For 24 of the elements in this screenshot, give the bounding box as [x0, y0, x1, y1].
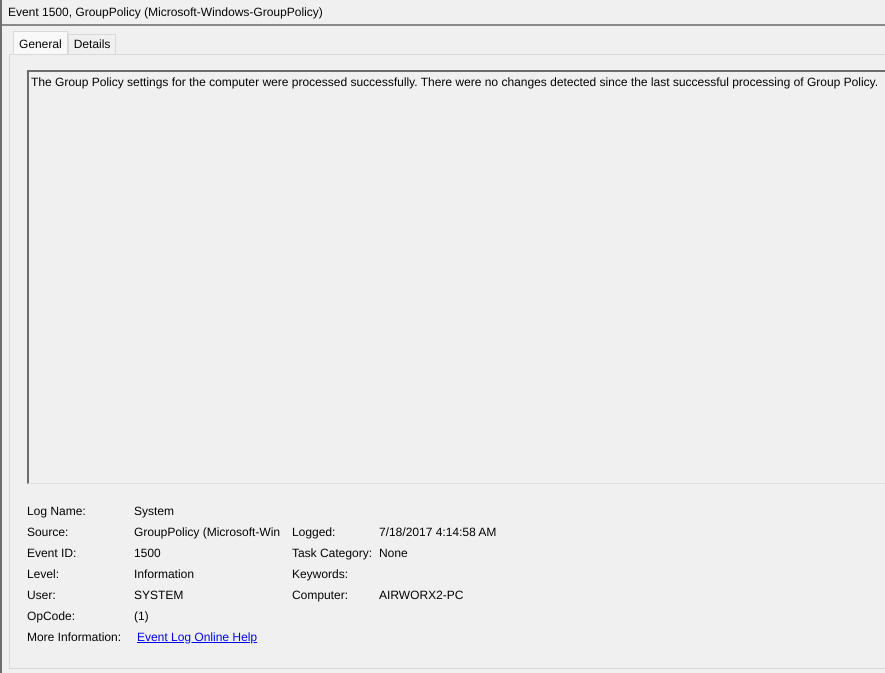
- field-label: Computer:: [292, 588, 348, 602]
- field-label: User:: [27, 588, 57, 602]
- field-value: 1500: [134, 546, 162, 560]
- field-label: OpCode:: [27, 608, 76, 622]
- field-label: Source:: [27, 524, 70, 538]
- field-label: More Information:: [27, 630, 122, 644]
- tab[interactable]: Details: [68, 34, 116, 54]
- field-value: AIRWORX2-PC: [379, 588, 464, 602]
- tab[interactable]: General: [13, 31, 68, 54]
- field-value: Information: [134, 566, 196, 580]
- field-value: SYSTEM: [134, 588, 184, 602]
- field-label: Task Category:: [292, 546, 372, 560]
- field-value: None: [379, 546, 408, 560]
- field-value: System: [134, 504, 176, 518]
- help-link[interactable]: Event Log Online Help: [134, 630, 292, 644]
- field-label: Level:: [27, 566, 60, 580]
- field-value: (1): [134, 608, 150, 622]
- field-label: Event ID:: [27, 546, 78, 560]
- field-value: 7/18/2017 4:14:58 AM: [379, 524, 496, 538]
- field-value: GroupPolicy (Microsoft-Win: [134, 524, 282, 538]
- field-label: Keywords:: [292, 566, 348, 580]
- field-label: Logged:: [292, 524, 336, 538]
- description-text: The Group Policy settings for the computer were processed successfully. There were no changes detected since the last successful processing of Group Policy.: [31, 75, 878, 89]
- field-label: Log Name:: [27, 504, 87, 518]
